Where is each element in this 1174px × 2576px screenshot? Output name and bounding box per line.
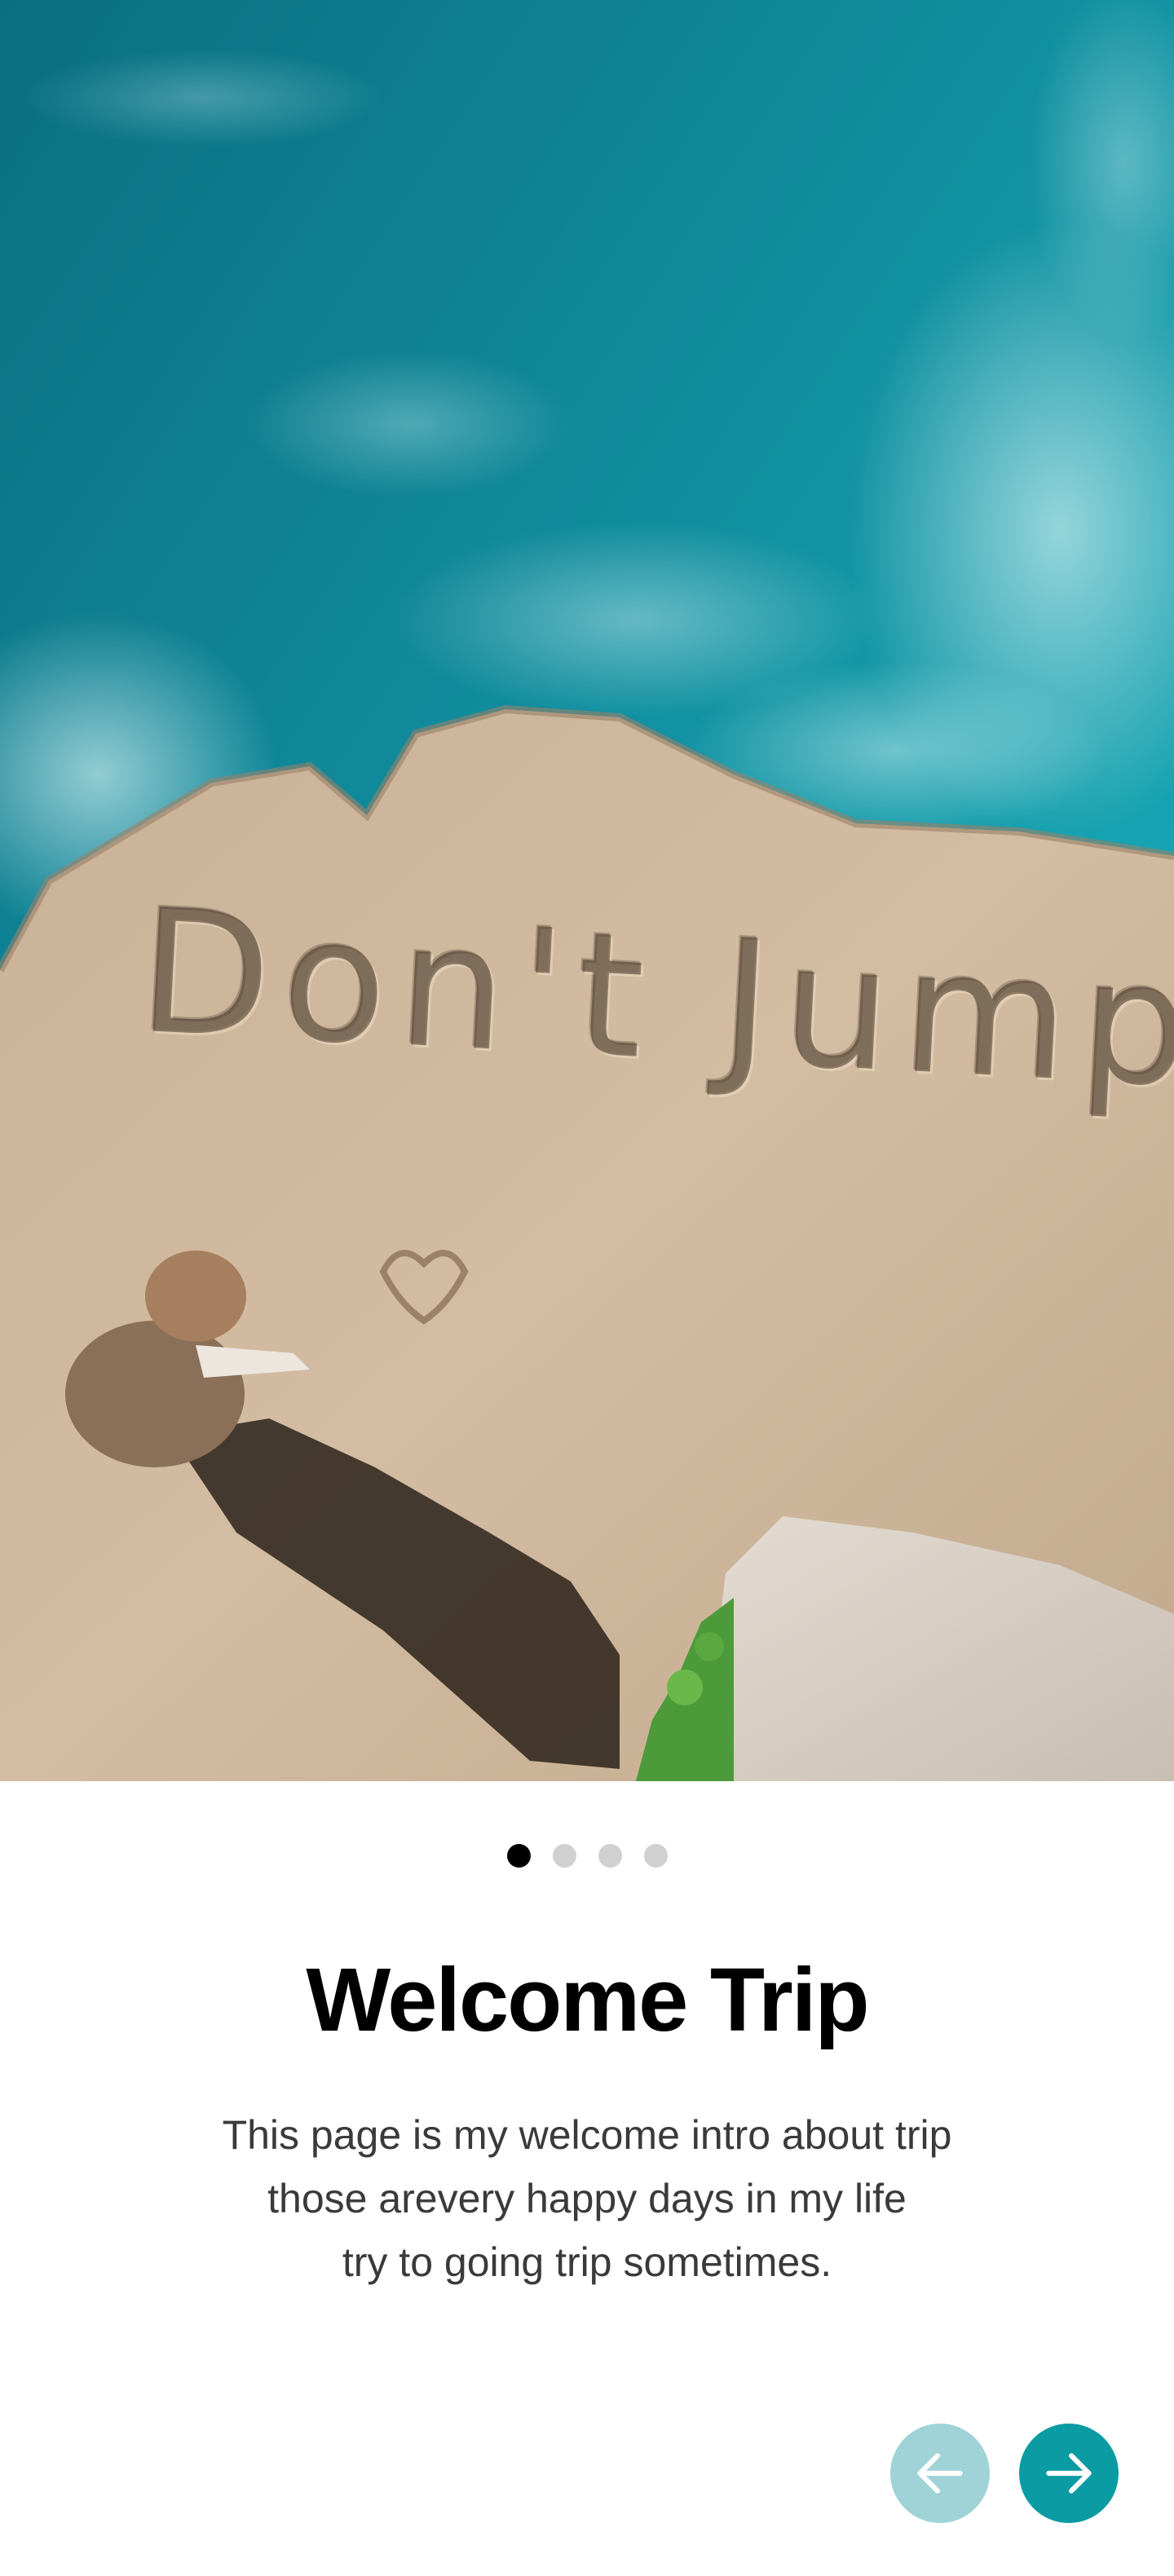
pagination-dots (0, 1844, 1174, 1868)
pagination-dot[interactable] (506, 1844, 531, 1868)
hero-image: Don't Jump (0, 0, 1174, 1781)
arrow-left-icon (917, 2453, 963, 2494)
page-title: Welcome Trip (306, 1950, 869, 2050)
pagination-dot[interactable] (643, 1844, 668, 1868)
arrow-right-icon (1046, 2453, 1092, 2494)
previous-button[interactable] (890, 2424, 990, 2523)
pagination-dot[interactable] (552, 1844, 576, 1868)
next-button[interactable] (1019, 2424, 1119, 2523)
page-description: This page is my welcome intro about trip… (0, 2103, 1174, 2294)
description-line: those arevery happy days in my life (267, 2176, 907, 2221)
description-line: try to going trip sometimes. (342, 2239, 832, 2285)
description-line: This page is my welcome intro about trip (222, 2112, 952, 2158)
pagination-dot[interactable] (598, 1844, 622, 1868)
